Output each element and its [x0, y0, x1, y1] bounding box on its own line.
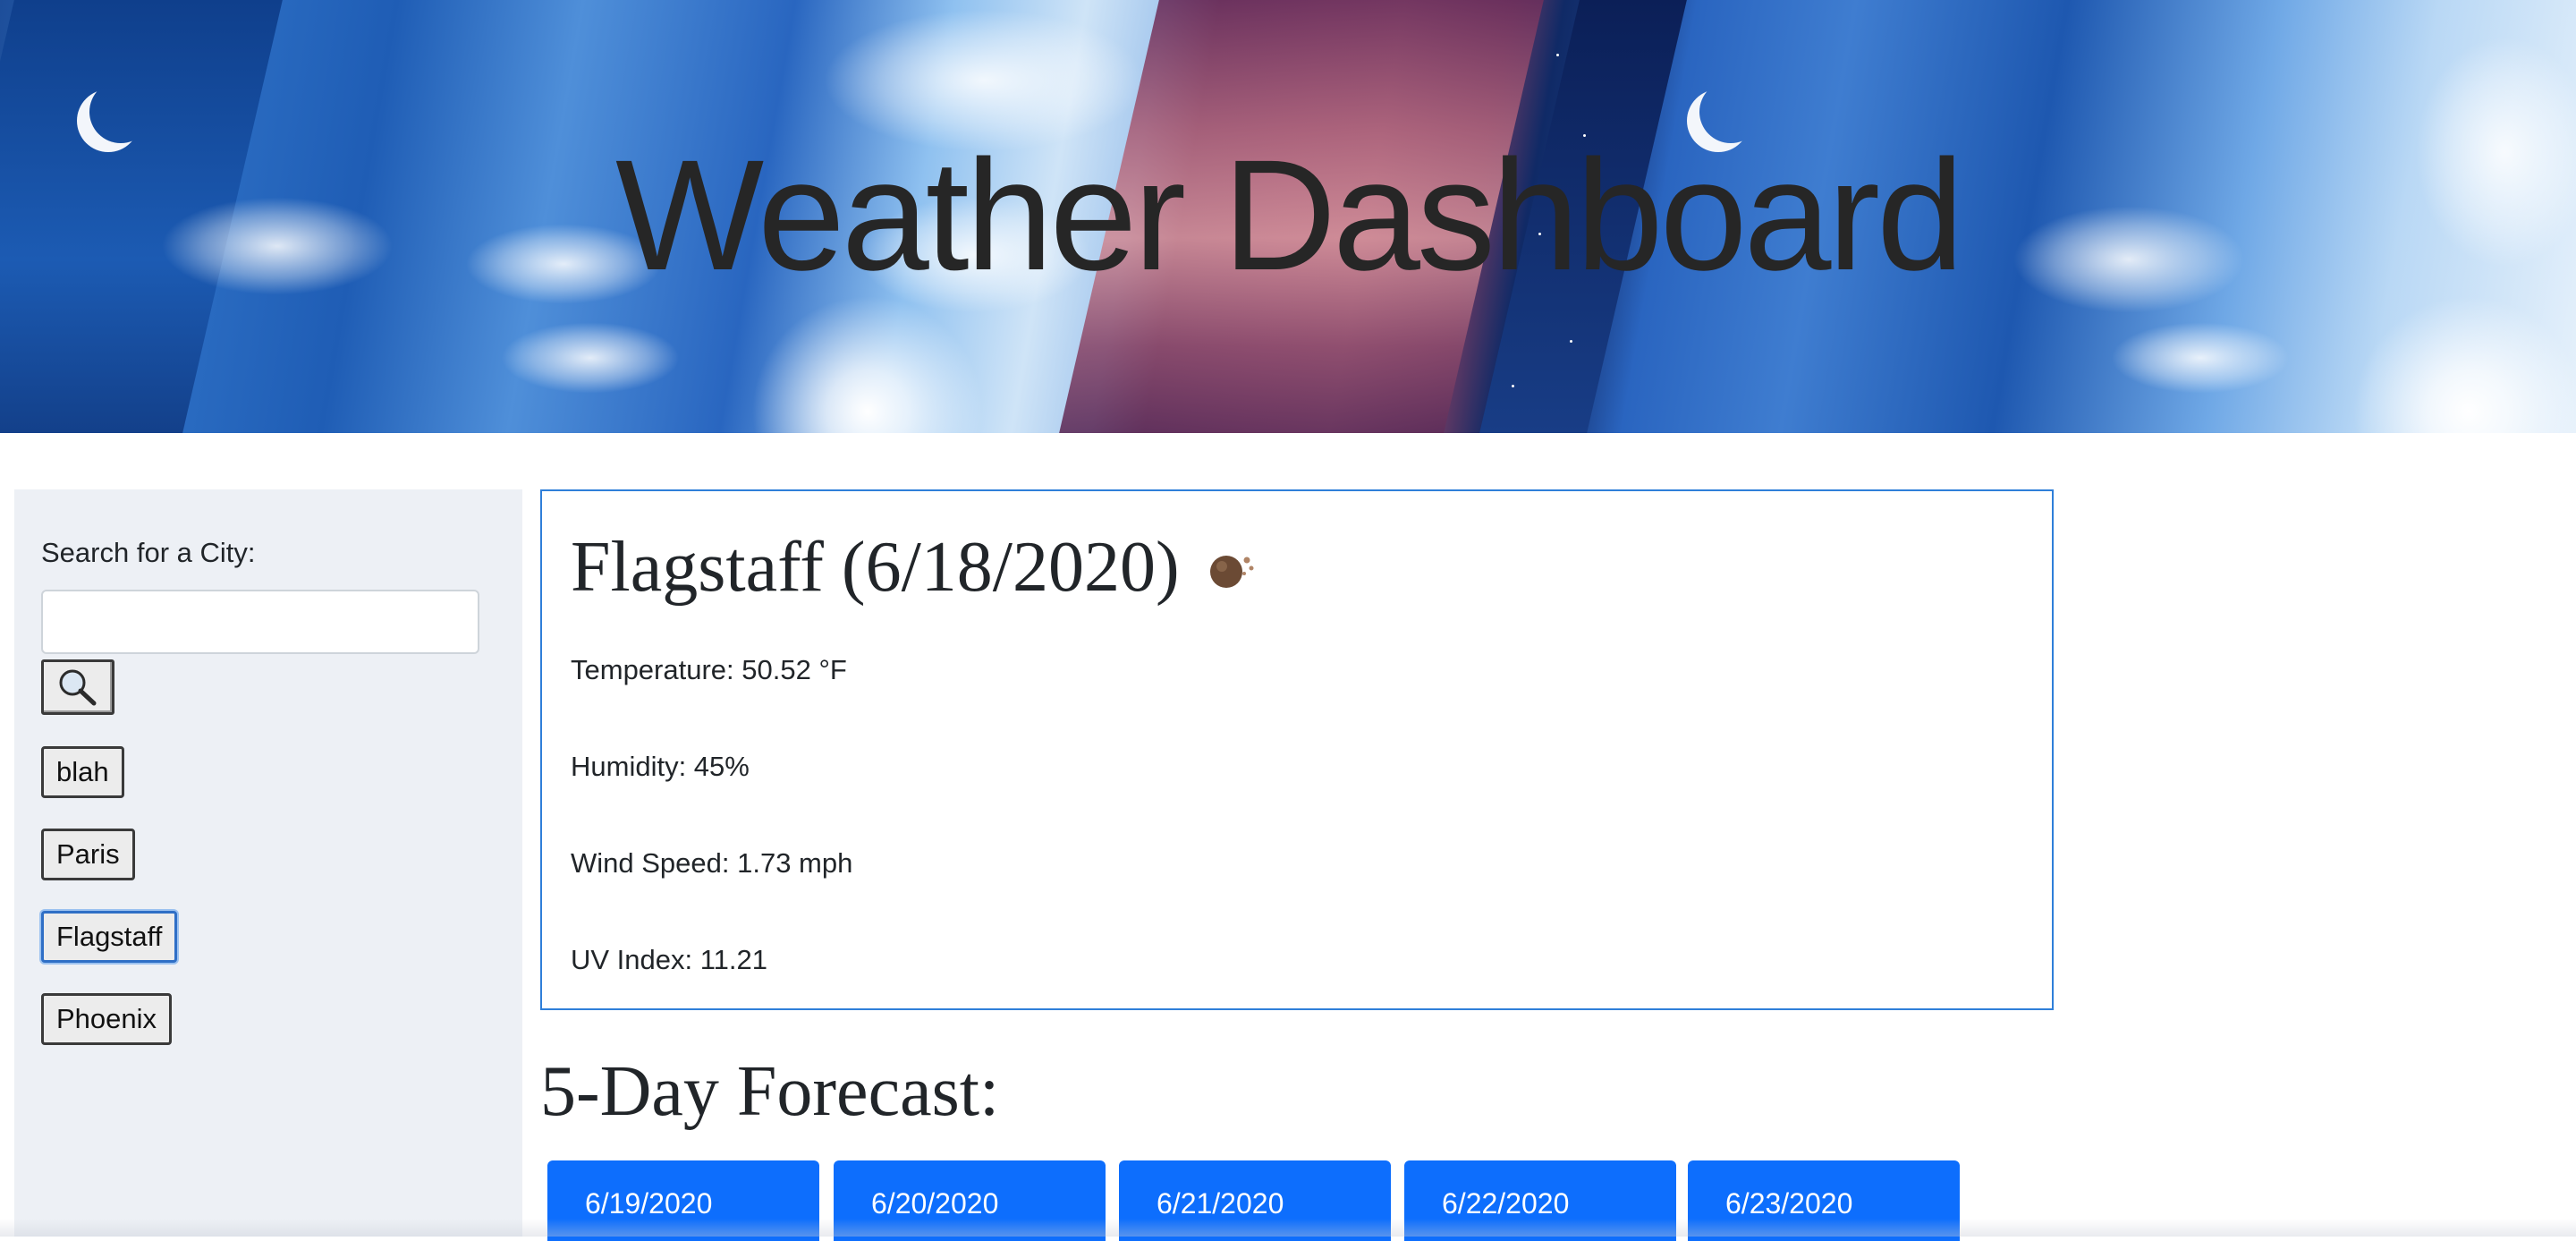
uv-index-text: UV Index: 11.21 — [571, 944, 768, 975]
bottom-shadow — [0, 1219, 2576, 1237]
header-banner: Weather Dashboard — [0, 0, 2576, 433]
weather-icon — [1205, 528, 1257, 609]
humidity-text: Humidity: 45% — [571, 751, 750, 782]
search-sidebar: Search for a City: blah Paris Flagstaff … — [14, 489, 522, 1237]
forecast-date: 6/23/2020 — [1725, 1187, 1853, 1220]
magnifier-icon — [59, 669, 97, 706]
current-city-heading: Flagstaff (6/18/2020) — [571, 527, 1257, 615]
forecast-heading: 5-Day Forecast: — [540, 1052, 1000, 1131]
star-dot — [1512, 385, 1514, 387]
forecast-date: 6/21/2020 — [1157, 1187, 1284, 1220]
forecast-date: 6/22/2020 — [1442, 1187, 1570, 1220]
current-city-title: Flagstaff (6/18/2020) — [571, 528, 1180, 607]
forecast-date: 6/19/2020 — [585, 1187, 713, 1220]
cloud-shape — [2111, 322, 2290, 394]
current-weather-card: Flagstaff (6/18/2020) Temperature: 50.52… — [540, 489, 2054, 1010]
search-button[interactable] — [41, 659, 114, 715]
forecast-date: 6/20/2020 — [871, 1187, 999, 1220]
history-button-paris[interactable]: Paris — [41, 829, 135, 880]
history-button-flagstaff[interactable]: Flagstaff — [41, 911, 178, 963]
wind-speed-text: Wind Speed: 1.73 mph — [571, 847, 853, 879]
star-dot — [1556, 54, 1559, 56]
page-title: Weather Dashboard — [615, 128, 1964, 303]
history-button-blah[interactable]: blah — [41, 746, 124, 798]
temperature-text: Temperature: 50.52 °F — [571, 654, 847, 685]
star-dot — [1570, 340, 1572, 343]
city-search-input[interactable] — [41, 590, 479, 654]
sun-glow — [751, 295, 984, 433]
sun-glow — [2352, 295, 2576, 433]
history-button-phoenix[interactable]: Phoenix — [41, 993, 173, 1045]
cloud-shape — [501, 322, 680, 394]
search-label: Search for a City: — [41, 537, 256, 568]
